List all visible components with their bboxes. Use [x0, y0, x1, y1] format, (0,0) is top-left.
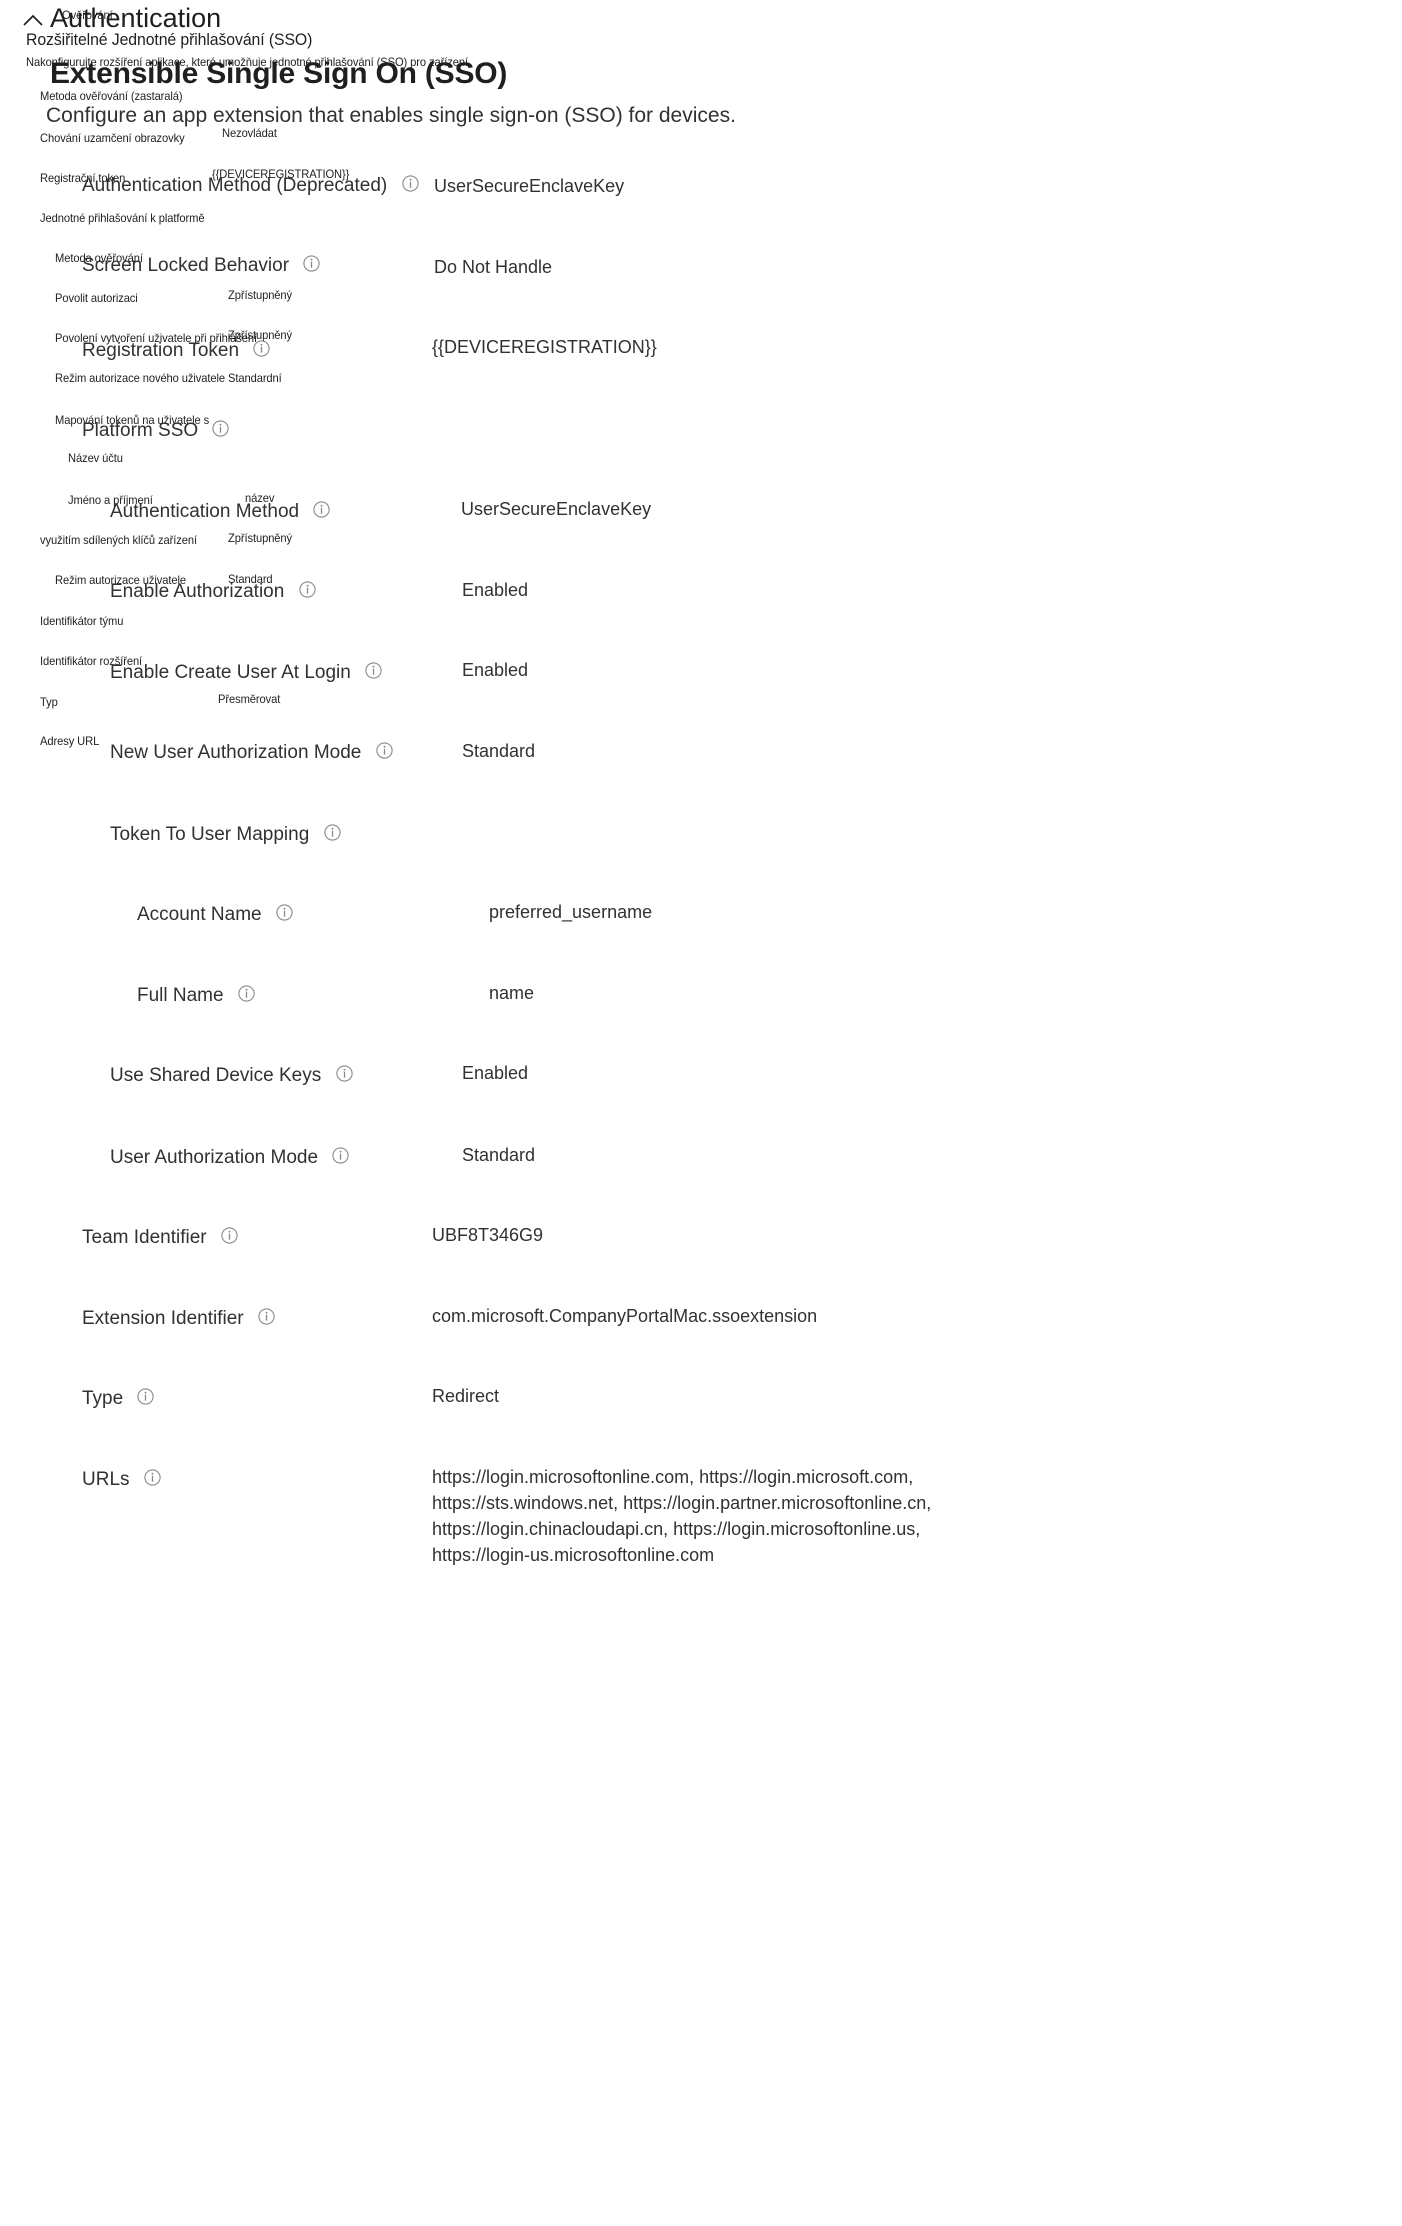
setting-label-text: Team Identifier: [82, 1227, 207, 1248]
setting-label-text: Authentication Method: [110, 501, 300, 522]
setting-label-text: Extension Identifier: [82, 1308, 244, 1329]
setting-value-account-name: preferred_username: [489, 902, 653, 922]
setting-value-full-name: name: [489, 983, 535, 1003]
setting-label-text: Full Name: [137, 985, 224, 1006]
setting-label-full-name: Full Name: [137, 984, 255, 1008]
setting-label-type: Type: [82, 1387, 155, 1411]
info-icon[interactable]: [298, 581, 316, 599]
setting-label-text: Token To User Mapping: [110, 824, 310, 845]
info-icon[interactable]: [238, 985, 255, 1003]
setting-label-text: URLs: [82, 1469, 130, 1490]
setting-label-text: Enable Create User At Login: [110, 662, 351, 683]
setting-value-enable-create-user-at-login: Enabled: [462, 660, 529, 680]
setting-value-enable-authorization: Enabled: [462, 580, 529, 600]
cz-label-enable-authorization: Povolit autorizaci: [55, 291, 138, 305]
setting-label-use-shared-device-keys: Use Shared Device Keys: [110, 1064, 353, 1088]
setting-label-text: Platform SSO: [82, 420, 199, 441]
setting-label-text: Screen Locked Behavior: [82, 255, 290, 276]
setting-label-urls: URLs: [82, 1468, 161, 1492]
setting-label-authentication-method: Authentication Method: [110, 500, 331, 524]
cz-value-type: Přesměrovat: [218, 692, 281, 706]
setting-label-team-identifier: Team Identifier: [82, 1226, 238, 1250]
setting-value-use-shared-device-keys: Enabled: [462, 1063, 529, 1083]
setting-label-text: User Authorization Mode: [110, 1147, 319, 1168]
setting-label-text: Account Name: [137, 904, 262, 925]
info-icon[interactable]: [335, 1065, 353, 1083]
info-icon[interactable]: [212, 420, 230, 438]
info-icon[interactable]: [313, 501, 331, 519]
setting-value-authentication-method-deprecated: UserSecureEnclaveKey: [434, 176, 625, 196]
info-icon[interactable]: [144, 1469, 161, 1487]
setting-value-type: Redirect: [432, 1386, 500, 1406]
setting-value-team-identifier: UBF8T346G9: [432, 1225, 544, 1245]
setting-label-registration-token: Registration Token: [82, 339, 270, 363]
info-icon[interactable]: [258, 1308, 275, 1326]
setting-label-text: Registration Token: [82, 340, 240, 361]
setting-label-screen-locked-behavior: Screen Locked Behavior: [82, 254, 320, 278]
chevron-up-icon[interactable]: [20, 8, 46, 34]
cz-label-urls: Adresy URL: [40, 734, 100, 748]
setting-label-text: Enable Authorization: [110, 581, 285, 602]
setting-label-text: Use Shared Device Keys: [110, 1065, 322, 1086]
info-icon[interactable]: [137, 1388, 155, 1406]
info-icon[interactable]: [323, 824, 341, 842]
info-icon[interactable]: [365, 662, 382, 680]
setting-label-text: Type: [82, 1388, 124, 1409]
cz-value-enable-authorization: Zpřístupněný: [228, 288, 293, 302]
setting-label-authentication-method-deprecated: Authentication Method (Deprecated): [82, 174, 419, 198]
setting-value-authentication-method: UserSecureEnclaveKey: [461, 499, 652, 519]
cz-label-use-shared-device-keys: využitím sdílených klíčů zařízení: [40, 533, 197, 547]
info-icon[interactable]: [303, 255, 320, 273]
setting-value-urls: https://login.microsoftonline.com, https…: [432, 1467, 932, 1565]
info-icon[interactable]: [375, 742, 393, 760]
setting-label-platform-sso: Platform SSO: [82, 419, 230, 443]
setting-value-registration-token: {{DEVICEREGISTRATION}}: [432, 337, 657, 357]
setting-label-enable-create-user-at-login: Enable Create User At Login: [110, 661, 382, 685]
cz-label-screen-locked-behavior: Chování uzamčení obrazovky: [40, 131, 185, 145]
cz-value-new-user-authorization-mode: Standardní: [228, 371, 282, 385]
setting-value-user-authorization-mode: Standard: [462, 1145, 536, 1165]
setting-label-enable-authorization: Enable Authorization: [110, 580, 316, 604]
cz-label-account-name: Název účtu: [68, 451, 123, 465]
cz-label-new-user-authorization-mode: Režim autorizace nového uživatele: [55, 371, 226, 385]
info-icon[interactable]: [253, 340, 270, 358]
setting-value-screen-locked-behavior: Do Not Handle: [434, 257, 553, 277]
info-icon[interactable]: [276, 904, 293, 922]
setting-value-extension-identifier: com.microsoft.CompanyPortalMac.ssoextens…: [432, 1306, 818, 1326]
cz-label-type: Typ: [40, 695, 58, 709]
cz-value-use-shared-device-keys: Zpřístupněný: [228, 531, 293, 545]
page-title: Extensible Single Sign On (SSO): [50, 57, 508, 90]
info-icon[interactable]: [332, 1147, 349, 1165]
setting-label-new-user-authorization-mode: New User Authorization Mode: [110, 741, 393, 765]
setting-label-extension-identifier: Extension Identifier: [82, 1307, 275, 1331]
cz-label-platform-sso: Jednotné přihlašování k platformě: [40, 211, 205, 225]
setting-label-user-authorization-mode: User Authorization Mode: [110, 1146, 349, 1170]
setting-value-new-user-authorization-mode: Standard: [462, 741, 536, 761]
setting-label-text: Authentication Method (Deprecated): [82, 175, 388, 196]
page-description: Configure an app extension that enables …: [46, 104, 736, 127]
info-icon[interactable]: [401, 175, 419, 193]
setting-label-account-name: Account Name: [137, 903, 293, 927]
page-section-title: Authentication: [50, 3, 222, 33]
info-icon[interactable]: [221, 1227, 238, 1245]
setting-label-text: New User Authorization Mode: [110, 742, 362, 763]
cz-label-team-identifier: Identifikátor týmu: [40, 614, 124, 628]
setting-label-token-to-user-mapping: Token To User Mapping: [110, 823, 341, 847]
